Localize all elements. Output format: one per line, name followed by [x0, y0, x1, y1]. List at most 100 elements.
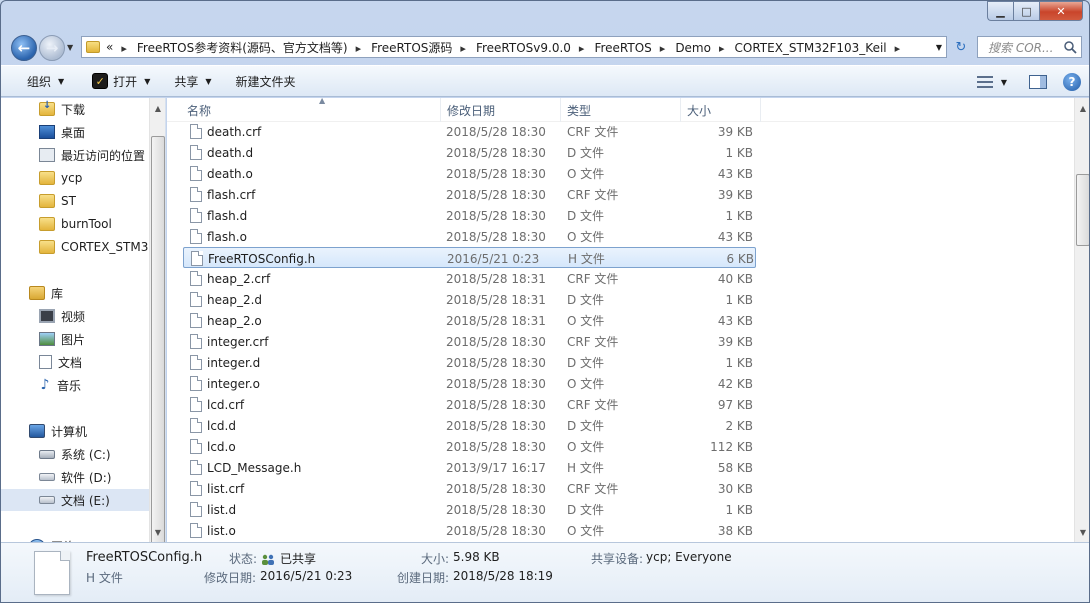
table-row[interactable]: flash.o 2018/5/28 18:30 O 文件 43 KB	[183, 226, 756, 247]
chevron-down-icon: ▼	[1000, 77, 1007, 87]
nav-item[interactable]: 系统 (C:)	[1, 443, 151, 465]
nav-item[interactable]: 文档 (E:)	[1, 489, 151, 511]
file-name: integer.crf	[207, 334, 269, 349]
file-size: 43 KB	[717, 229, 753, 244]
folder-icon	[39, 171, 55, 185]
breadcrumb-separator-icon[interactable]: ▸	[711, 42, 735, 55]
table-row[interactable]: lcd.crf 2018/5/28 18:30 CRF 文件 97 KB	[183, 394, 756, 415]
nav-item[interactable]: 图片	[1, 328, 151, 350]
table-row[interactable]: integer.d 2018/5/28 18:30 D 文件 1 KB	[183, 352, 756, 373]
nav-item[interactable]: 最近访问的位置	[1, 144, 151, 166]
nav-item[interactable]: 下载	[1, 98, 151, 120]
file-type: D 文件	[567, 419, 605, 433]
table-row[interactable]: heap_2.crf 2018/5/28 18:31 CRF 文件 40 KB	[183, 268, 756, 289]
table-row[interactable]: flash.crf 2018/5/28 18:30 CRF 文件 39 KB	[183, 184, 756, 205]
breadcrumb-item[interactable]: Demo	[675, 41, 711, 55]
nav-item[interactable]: ♪ 音乐	[1, 374, 151, 396]
status-label: 状态:	[229, 552, 258, 566]
breadcrumb-separator-icon[interactable]: ▸	[652, 42, 676, 55]
file-name: lcd.o	[207, 439, 236, 454]
open-label: 打开	[113, 74, 138, 89]
file-type: D 文件	[567, 293, 605, 307]
minimize-button[interactable]: ▁	[987, 1, 1013, 21]
nav-item[interactable]: 网络	[1, 535, 151, 542]
open-menu[interactable]: ✓ 打开 ▼	[82, 68, 160, 94]
breadcrumb-separator-icon[interactable]: ▸	[571, 42, 595, 55]
address-bar[interactable]: « ▸ FreeRTOS参考资料(源码、官方文档等) ▸ FreeRTOS源码 ▸ Fre…	[81, 36, 947, 58]
file-type: CRF 文件	[567, 398, 619, 412]
column-date[interactable]: 修改日期	[441, 98, 561, 122]
breadcrumb-separator-icon[interactable]: ▸	[887, 42, 911, 55]
table-row[interactable]: flash.d 2018/5/28 18:30 D 文件 1 KB	[183, 205, 756, 226]
preview-pane-icon[interactable]	[1029, 75, 1047, 89]
file-size: 1 KB	[725, 355, 753, 370]
column-type[interactable]: 类型	[561, 98, 681, 122]
organize-menu[interactable]: 组织 ▼	[17, 68, 74, 94]
share-menu[interactable]: 共享 ▼	[164, 68, 221, 94]
search-input[interactable]: 搜索 COR...	[977, 36, 1082, 58]
breadcrumb-item[interactable]: CORTEX_STM32F103_Keil	[735, 41, 887, 55]
column-name[interactable]: 名称 ▲	[181, 98, 441, 122]
file-icon	[190, 376, 202, 391]
file-type: O 文件	[567, 377, 605, 391]
help-icon[interactable]: ?	[1063, 73, 1081, 91]
nav-item[interactable]: 桌面	[1, 121, 151, 143]
file-icon	[190, 523, 202, 538]
nav-item[interactable]: 库	[1, 282, 151, 304]
file-name: FreeRTOSConfig.h	[208, 251, 316, 266]
breadcrumb-overflow[interactable]: «	[106, 40, 113, 54]
table-row[interactable]: list.o 2018/5/28 18:30 O 文件 38 KB	[183, 520, 756, 541]
table-row[interactable]: heap_2.d 2018/5/28 18:31 D 文件 1 KB	[183, 289, 756, 310]
breadcrumb-separator-icon[interactable]: ▸	[113, 42, 137, 55]
close-button[interactable]: ✕	[1039, 1, 1083, 21]
nav-item[interactable]: ycp	[1, 167, 151, 189]
organize-label: 组织	[27, 74, 52, 89]
change-view-button[interactable]: ▼	[976, 76, 1007, 88]
recent-pages-dropdown[interactable]: ▼	[67, 43, 73, 52]
breadcrumb-item[interactable]: FreeRTOS源码	[371, 41, 452, 55]
file-scroll-thumb[interactable]	[1076, 174, 1089, 246]
table-row[interactable]: death.o 2018/5/28 18:30 O 文件 43 KB	[183, 163, 756, 184]
refresh-button[interactable]: ↻	[950, 36, 972, 58]
breadcrumb-item[interactable]: FreeRTOS参考资料(源码、官方文档等)	[137, 41, 348, 55]
nav-item[interactable]: CORTEX_STM32F103_Keil	[1, 236, 151, 258]
file-scrollbar[interactable]: ▲ ▼	[1074, 98, 1089, 542]
file-name: heap_2.o	[207, 313, 262, 328]
table-row[interactable]: integer.crf 2018/5/28 18:30 CRF 文件 39 KB	[183, 331, 756, 352]
scroll-down-icon[interactable]: ▼	[150, 524, 165, 540]
breadcrumb-item[interactable]: FreeRTOS	[594, 41, 651, 55]
table-row[interactable]: list.d 2018/5/28 18:30 D 文件 1 KB	[183, 499, 756, 520]
nav-item[interactable]: burnTool	[1, 213, 151, 235]
table-row[interactable]: integer.o 2018/5/28 18:30 O 文件 42 KB	[183, 373, 756, 394]
nav-item[interactable]: ST	[1, 190, 151, 212]
nav-item[interactable]: 计算机	[1, 420, 151, 442]
scroll-down-icon[interactable]: ▼	[1075, 524, 1089, 540]
table-row[interactable]: heap_2.o 2018/5/28 18:31 O 文件 43 KB	[183, 310, 756, 331]
nav-item[interactable]: 文档	[1, 351, 151, 373]
forward-button[interactable]: →	[39, 35, 65, 61]
back-button[interactable]: ←	[11, 35, 37, 61]
details-filetype: H 文件	[86, 571, 123, 585]
sort-up-icon: ▲	[319, 98, 326, 105]
table-row[interactable]: list.crf 2018/5/28 18:30 CRF 文件 30 KB	[183, 478, 756, 499]
table-row[interactable]: death.d 2018/5/28 18:30 D 文件 1 KB	[183, 142, 756, 163]
table-row[interactable]: LCD_Message.h 2013/9/17 16:17 H 文件 58 KB	[183, 457, 756, 478]
nav-scrollbar[interactable]: ▲ ▼	[149, 98, 165, 542]
table-row[interactable]: lcd.o 2018/5/28 18:30 O 文件 112 KB	[183, 436, 756, 457]
breadcrumb-separator-icon[interactable]: ▸	[452, 42, 476, 55]
table-row[interactable]: FreeRTOSConfig.h 2016/5/21 0:23 H 文件 6 KB	[183, 247, 756, 268]
column-size[interactable]: 大小	[681, 98, 761, 122]
breadcrumb-separator-icon[interactable]: ▸	[348, 42, 372, 55]
nav-item[interactable]: 软件 (D:)	[1, 466, 151, 488]
nav-scroll-thumb[interactable]	[151, 136, 165, 542]
scroll-up-icon[interactable]: ▲	[1075, 100, 1089, 116]
table-row[interactable]: death.crf 2018/5/28 18:30 CRF 文件 39 KB	[183, 121, 756, 142]
address-dropdown-icon[interactable]: ▼	[936, 43, 942, 52]
table-row[interactable]: lcd.d 2018/5/28 18:30 D 文件 2 KB	[183, 415, 756, 436]
new-folder-button[interactable]: 新建文件夹	[226, 68, 306, 94]
nav-item[interactable]: 视频	[1, 305, 151, 327]
breadcrumb-item[interactable]: FreeRTOSv9.0.0	[476, 41, 571, 55]
status-text: 已共享	[280, 552, 317, 566]
scroll-up-icon[interactable]: ▲	[150, 100, 165, 116]
maximize-button[interactable]: □	[1013, 1, 1039, 21]
